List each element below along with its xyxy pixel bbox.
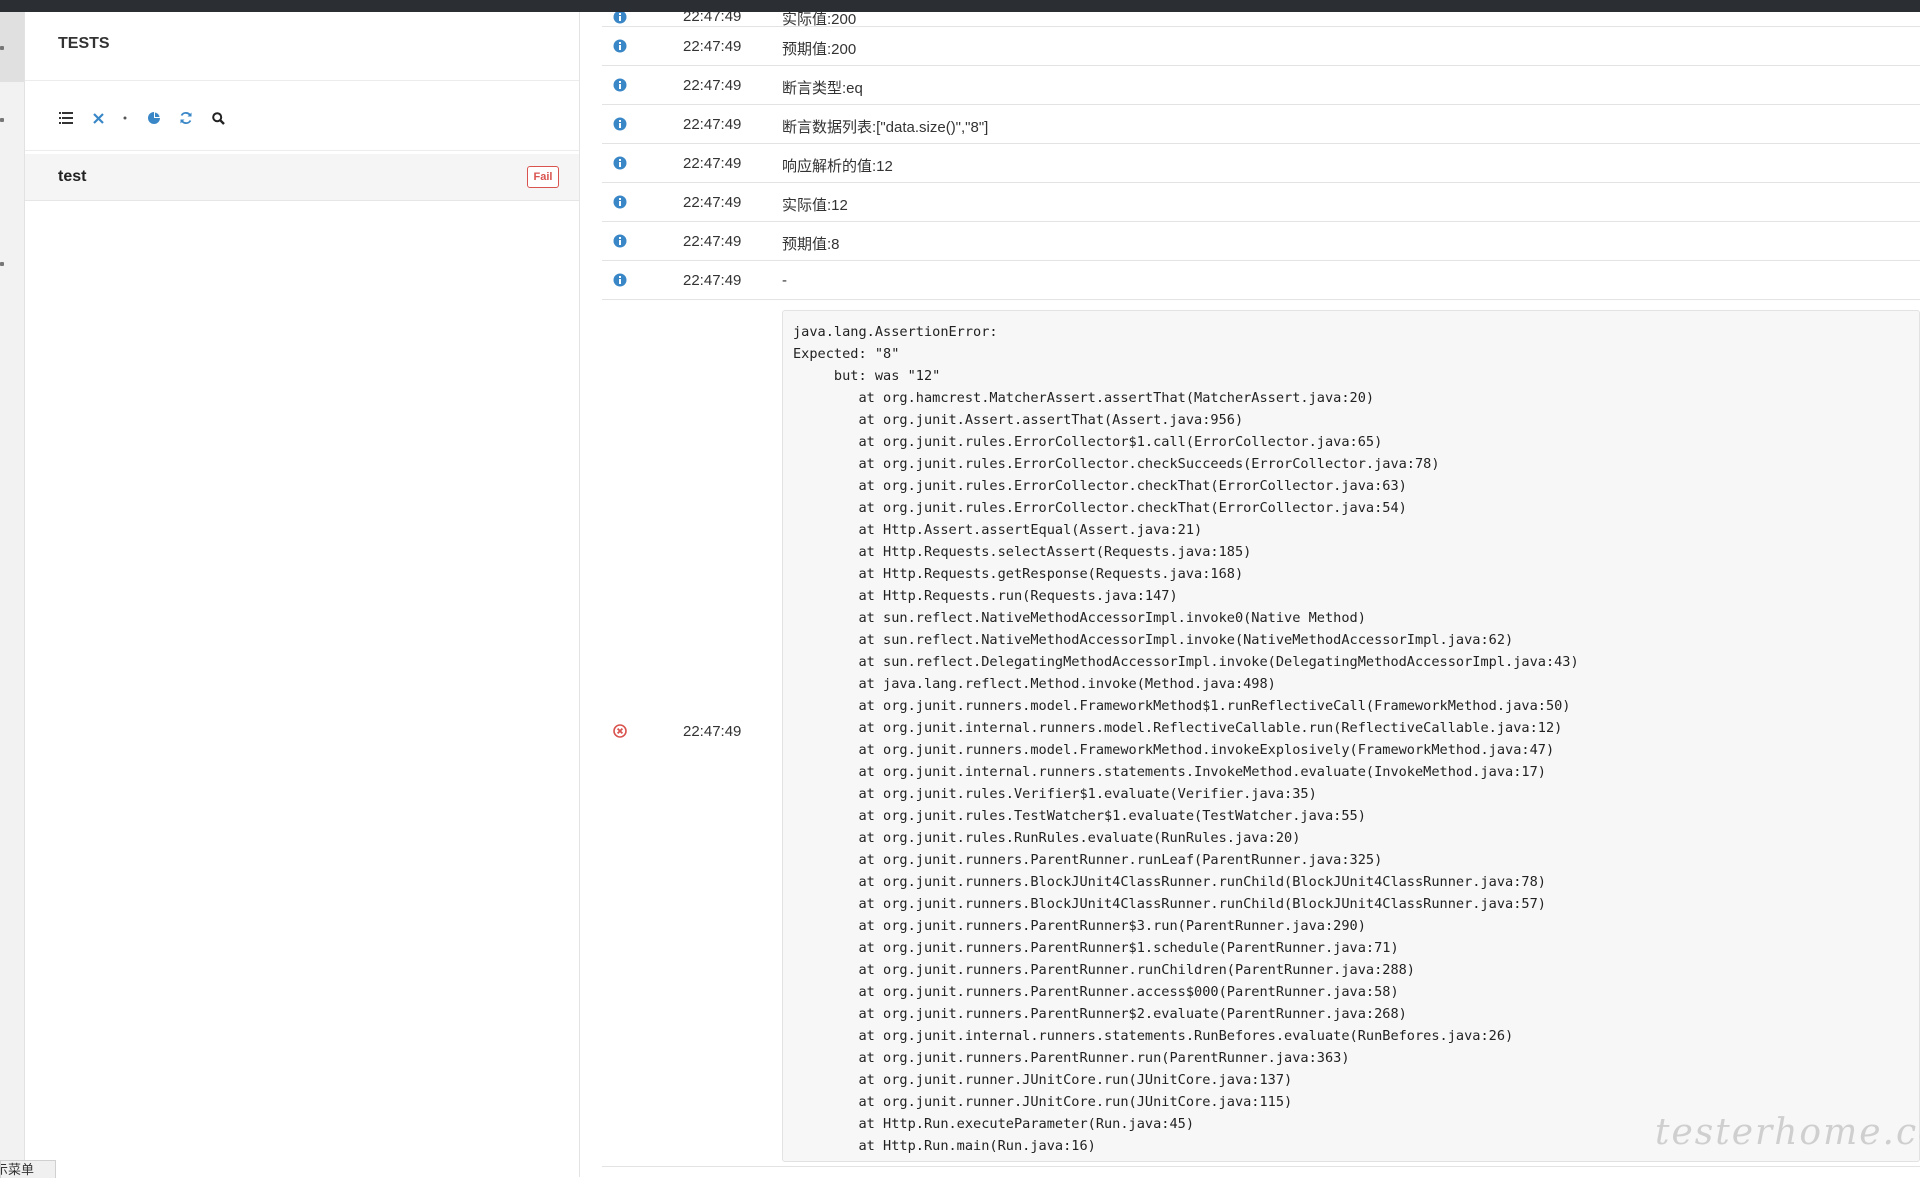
stack-trace-line: at org.junit.runners.BlockJUnit4ClassRun…: [793, 896, 1546, 912]
stack-trace-line: at sun.reflect.DelegatingMethodAccessorI…: [793, 654, 1579, 670]
stack-trace-line: at org.junit.runners.ParentRunner.runChi…: [793, 962, 1415, 978]
stack-trace-line: at org.junit.runners.ParentRunner.run(Pa…: [793, 1050, 1350, 1066]
stack-trace-line: but: was "12": [793, 368, 941, 384]
stack-trace-line: at org.hamcrest.MatcherAssert.assertThat…: [793, 390, 1375, 406]
stack-trace: java.lang.AssertionError: Expected: "8" b…: [793, 321, 1579, 1157]
log-time: 22:47:49: [683, 155, 742, 172]
stack-trace-line: at org.junit.runners.ParentRunner.access…: [793, 984, 1399, 1000]
error-log-row: 22:47:49 java.lang.AssertionError: Expect…: [602, 300, 1920, 1167]
log-message: 预期值:200: [782, 41, 857, 58]
log-row: 22:47:49 -: [602, 261, 1920, 300]
info-icon: [613, 156, 627, 170]
stack-trace-line: at org.junit.runners.BlockJUnit4ClassRun…: [793, 874, 1546, 890]
log-row: 22:47:49 预期值:8: [602, 222, 1920, 261]
left-nav-rail: [0, 12, 25, 1177]
log-row: 22:47:49 实际值:200: [602, 12, 1920, 27]
pie-chart-icon[interactable]: [146, 110, 162, 126]
stack-trace-line: at java.lang.reflect.Method.invoke(Metho…: [793, 676, 1276, 692]
log-message: 实际值:12: [782, 197, 848, 214]
log-row: 22:47:49 预期值:200: [602, 27, 1920, 66]
top-bar: [0, 0, 1920, 12]
error-icon: [613, 724, 627, 738]
stack-trace-line: at org.junit.runners.ParentRunner$1.sche…: [793, 940, 1399, 956]
stack-trace-line: java.lang.AssertionError:: [793, 324, 998, 340]
log-message: 响应解析的值:12: [782, 158, 893, 175]
panel-title: TESTS: [58, 35, 110, 52]
stack-trace-line: at org.junit.rules.ErrorCollector.checkS…: [793, 456, 1440, 472]
stack-trace-line: at org.junit.internal.runners.statements…: [793, 1028, 1514, 1044]
divider: [25, 80, 579, 81]
stack-trace-line: at org.junit.rules.Verifier$1.evaluate(V…: [793, 786, 1317, 802]
info-icon: [613, 12, 627, 24]
log-row: 22:47:49 断言类型:eq: [602, 66, 1920, 105]
log-message: -: [782, 272, 787, 289]
search-icon[interactable]: [210, 110, 226, 126]
info-icon: [613, 78, 627, 92]
tests-toolbar: [58, 109, 242, 127]
stack-trace-line: at org.junit.runner.JUnitCore.run(JUnitC…: [793, 1072, 1293, 1088]
info-icon: [613, 273, 627, 287]
dot-icon[interactable]: [122, 110, 128, 126]
nav-icon[interactable]: [0, 262, 4, 266]
nav-icon[interactable]: [0, 118, 4, 122]
info-icon: [613, 195, 627, 209]
log-time: 22:47:49: [683, 272, 742, 289]
info-icon: [613, 39, 627, 53]
log-row: 22:47:49 断言数据列表:["data.size()","8"]: [602, 105, 1920, 144]
log-message: 断言类型:eq: [782, 80, 863, 97]
stack-trace-line: at org.junit.runner.JUnitCore.run(JUnitC…: [793, 1094, 1293, 1110]
stack-trace-line: at Http.Requests.getResponse(Requests.ja…: [793, 566, 1244, 582]
info-icon: [613, 234, 627, 248]
nav-icon[interactable]: [0, 46, 4, 50]
status-badge: Fail: [527, 166, 559, 188]
stack-trace-line: at org.junit.internal.runners.model.Refl…: [793, 720, 1563, 736]
log-message: 实际值:200: [782, 12, 857, 27]
log-time: 22:47:49: [683, 194, 742, 211]
stack-trace-line: at org.junit.rules.TestWatcher$1.evaluat…: [793, 808, 1366, 824]
stack-trace-line: at Http.Assert.assertEqual(Assert.java:2…: [793, 522, 1203, 538]
stack-trace-line: at sun.reflect.NativeMethodAccessorImpl.…: [793, 610, 1366, 626]
test-list-item[interactable]: test Fail: [25, 154, 579, 201]
log-time: 22:47:49: [683, 77, 742, 94]
stack-trace-line: at org.junit.runners.ParentRunner$2.eval…: [793, 1006, 1407, 1022]
stack-trace-line: at org.junit.runners.ParentRunner.runLea…: [793, 852, 1383, 868]
stack-trace-box: java.lang.AssertionError: Expected: "8" b…: [782, 310, 1920, 1162]
stack-trace-line: at org.junit.rules.ErrorCollector.checkT…: [793, 478, 1407, 494]
stack-trace-line: at org.junit.runners.model.FrameworkMeth…: [793, 742, 1555, 758]
stack-trace-line: at org.junit.runners.model.FrameworkMeth…: [793, 698, 1571, 714]
bottom-menu-tab[interactable]: 示菜单: [0, 1160, 56, 1178]
divider: [25, 150, 579, 151]
stack-trace-line: at org.junit.Assert.assertThat(Assert.ja…: [793, 412, 1244, 428]
stack-trace-line: at org.junit.rules.ErrorCollector$1.call…: [793, 434, 1383, 450]
log-table: 22:47:49 实际值:200 22:47:49 预期值:200 22:47:49 断言…: [602, 12, 1920, 1167]
stack-trace-line: at org.junit.internal.runners.statements…: [793, 764, 1546, 780]
panel-divider[interactable]: [579, 12, 580, 1177]
log-time: 22:47:49: [683, 233, 742, 250]
stack-trace-line: at Http.Run.main(Run.java:16): [793, 1138, 1096, 1154]
stack-trace-line: at sun.reflect.NativeMethodAccessorImpl.…: [793, 632, 1514, 648]
log-row: 22:47:49 实际值:12: [602, 183, 1920, 222]
list-icon[interactable]: [58, 110, 74, 126]
stack-trace-line: at Http.Run.executeParameter(Run.java:45…: [793, 1116, 1195, 1132]
log-row: 22:47:49 响应解析的值:12: [602, 144, 1920, 183]
log-time: 22:47:49: [683, 723, 742, 740]
stack-trace-line: at org.junit.runners.ParentRunner$3.run(…: [793, 918, 1366, 934]
log-time: 22:47:49: [683, 116, 742, 133]
stack-trace-line: at Http.Requests.run(Requests.java:147): [793, 588, 1178, 604]
refresh-icon[interactable]: [178, 110, 194, 126]
info-icon: [613, 117, 627, 131]
log-message: 预期值:8: [782, 236, 840, 253]
log-time: 22:47:49: [683, 12, 742, 25]
tests-panel: TESTS test Fail: [25, 12, 579, 1177]
stack-trace-line: at org.junit.rules.ErrorCollector.checkT…: [793, 500, 1407, 516]
test-name: test: [58, 168, 87, 185]
close-icon[interactable]: [90, 110, 106, 126]
stack-trace-line: at org.junit.rules.RunRules.evaluate(Run…: [793, 830, 1301, 846]
stack-trace-line: Expected: "8": [793, 346, 900, 362]
log-time: 22:47:49: [683, 38, 742, 55]
stack-trace-line: at Http.Requests.selectAssert(Requests.j…: [793, 544, 1252, 560]
log-message: 断言数据列表:["data.size()","8"]: [782, 119, 989, 136]
